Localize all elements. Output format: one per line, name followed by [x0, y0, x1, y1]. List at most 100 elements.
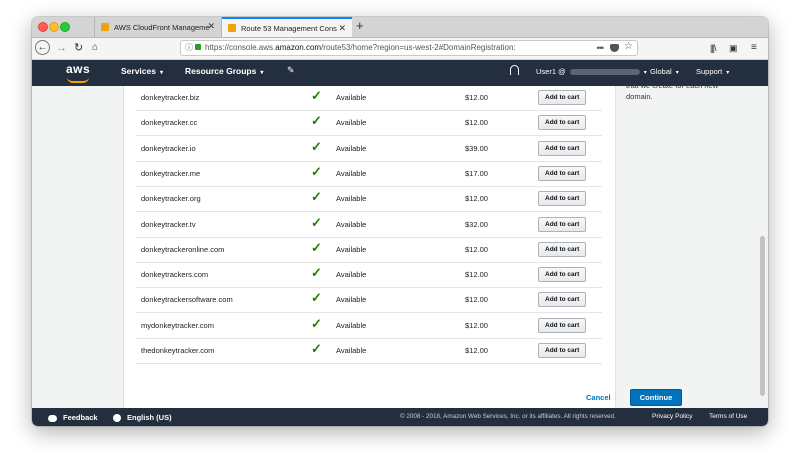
url-text: https://console.aws.amazon.com/route53/h…: [205, 43, 516, 52]
cancel-button[interactable]: Cancel: [586, 393, 611, 402]
menu-icon[interactable]: ≡: [751, 40, 757, 56]
close-tab-icon[interactable]: ✕: [338, 23, 346, 34]
new-tab-button[interactable]: +: [356, 18, 364, 33]
domain-row: thedonkeytracker.com ✓ Available $12.00 Add …: [136, 338, 602, 364]
add-to-cart-button[interactable]: Add to cart: [538, 165, 587, 181]
home-icon[interactable]: ⌂: [92, 40, 98, 56]
domain-row: donkeytrackersoftware.com ✓ Available $12.0…: [136, 287, 602, 314]
add-to-cart-button[interactable]: Add to cart: [538, 317, 587, 333]
help-sidebar: that we create for each new domain.: [626, 81, 746, 102]
main-content: donkeytracker.biz ✓ Available $12.00 Add to …: [32, 81, 768, 408]
add-to-cart-button[interactable]: Add to cart: [538, 90, 587, 105]
help-text-line: domain.: [626, 92, 653, 101]
add-to-cart-button[interactable]: Add to cart: [538, 115, 587, 131]
availability-status: Available: [336, 143, 367, 153]
caret-down-icon: ▾: [675, 70, 679, 76]
language-selector[interactable]: English (US): [113, 413, 172, 423]
available-check-icon: ✓: [311, 239, 322, 255]
availability-status: Available: [336, 244, 367, 254]
domain-price: $12.00: [465, 194, 488, 204]
user-menu[interactable]: User1 @ ▾: [536, 67, 647, 76]
aws-logo[interactable]: aws: [66, 62, 90, 83]
domain-name: donkeytracker.io: [141, 143, 196, 153]
tab-route53[interactable]: Route 53 Management Console ✕: [222, 17, 352, 37]
zoom-window-button[interactable]: [60, 22, 70, 32]
page-actions-icon[interactable]: •••: [597, 41, 605, 55]
add-to-cart-button[interactable]: Add to cart: [538, 140, 587, 156]
domain-price: $12.00: [465, 270, 488, 280]
domain-name: donkeytracker.org: [141, 194, 201, 204]
aws-favicon-icon: [101, 23, 109, 31]
availability-status: Available: [336, 118, 367, 128]
availability-status: Available: [336, 194, 367, 204]
availability-status: Available: [336, 295, 367, 305]
domain-price: $12.00: [465, 320, 488, 330]
domain-name: donkeytracker.tv: [141, 219, 196, 229]
page-scrollbar[interactable]: [760, 236, 765, 396]
available-check-icon: ✓: [311, 88, 322, 103]
available-check-icon: ✓: [311, 341, 322, 356]
domain-name: mydonkeytracker.com: [141, 320, 214, 330]
navigation-bar: ← → ↻ ⌂ ⓘ https://console.aws.amazon.com…: [32, 38, 768, 60]
domain-name: donkeytrackers.com: [141, 270, 209, 280]
domain-price: $12.00: [465, 93, 488, 102]
caret-down-icon: ▾: [726, 70, 730, 76]
sidebar-icon[interactable]: ▣: [729, 40, 738, 56]
copyright-text: © 2008 - 2018, Amazon Web Services, Inc.…: [400, 413, 616, 420]
privacy-policy-link[interactable]: Privacy Policy: [652, 413, 692, 420]
domain-name: donkeytracker.cc: [141, 118, 198, 128]
add-to-cart-button[interactable]: Add to cart: [538, 292, 587, 308]
add-to-cart-button[interactable]: Add to cart: [538, 343, 587, 358]
available-check-icon: ✓: [311, 290, 322, 306]
close-tab-icon[interactable]: ✕: [207, 21, 215, 32]
minimize-window-button[interactable]: [49, 22, 59, 32]
support-menu[interactable]: Support ▾: [696, 67, 729, 76]
domain-row: mydonkeytracker.com ✓ Available $12.00 Add t…: [136, 313, 602, 339]
info-icon[interactable]: ⓘ: [185, 41, 193, 55]
aws-favicon-icon: [228, 24, 236, 32]
availability-status: Available: [336, 320, 367, 330]
domain-name: donkeytracker.biz: [141, 93, 200, 102]
domain-price: $32.00: [465, 219, 488, 229]
domain-price: $12.00: [465, 346, 488, 355]
region-menu[interactable]: Global ▾: [650, 67, 679, 76]
availability-status: Available: [336, 168, 367, 178]
pin-icon[interactable]: ✎: [287, 65, 295, 76]
terms-of-use-link[interactable]: Terms of Use: [709, 413, 747, 420]
available-check-icon: ✓: [311, 265, 322, 281]
speech-bubble-icon: [48, 414, 57, 422]
tab-title: Route 53 Management Console: [241, 23, 337, 33]
available-check-icon: ✓: [311, 163, 322, 179]
tab-strip: AWS CloudFront Management C ✕ Route 53 M…: [32, 17, 768, 38]
back-button[interactable]: ←: [35, 40, 50, 55]
domain-results-panel: donkeytracker.biz ✓ Available $12.00 Add to …: [123, 86, 682, 408]
add-to-cart-button[interactable]: Add to cart: [538, 191, 587, 207]
domain-row: donkeytrackers.com ✓ Available $12.00 Add to…: [136, 262, 602, 289]
availability-status: Available: [336, 219, 367, 229]
redacted-account: [569, 69, 640, 76]
reload-button[interactable]: ↻: [74, 40, 83, 56]
availability-status: Available: [336, 93, 367, 102]
tab-cloudfront[interactable]: AWS CloudFront Management C ✕: [94, 17, 222, 37]
add-to-cart-button[interactable]: Add to cart: [538, 267, 587, 283]
available-check-icon: ✓: [311, 214, 322, 230]
library-icon[interactable]: |||\: [710, 40, 716, 56]
domain-price: $12.00: [465, 244, 488, 254]
feedback-link[interactable]: Feedback: [48, 413, 98, 422]
notification-bell-icon[interactable]: [510, 65, 519, 75]
domain-price: $12.00: [465, 118, 488, 128]
services-menu[interactable]: Services ▾: [121, 66, 163, 76]
caret-down-icon: ▾: [643, 70, 647, 76]
forward-button[interactable]: →: [56, 40, 67, 56]
pocket-icon[interactable]: [610, 44, 619, 52]
domain-row: donkeytracker.org ✓ Available $12.00 Add to …: [136, 186, 602, 213]
bookmark-star-icon[interactable]: ☆: [624, 40, 633, 54]
close-window-button[interactable]: [38, 22, 48, 32]
address-bar[interactable]: ⓘ https://console.aws.amazon.com/route53…: [180, 40, 638, 56]
continue-button[interactable]: Continue: [630, 389, 682, 406]
availability-status: Available: [336, 270, 367, 280]
add-to-cart-button[interactable]: Add to cart: [538, 216, 587, 232]
console-footer: Feedback English (US) © 2008 - 2018, Ama…: [32, 408, 768, 426]
add-to-cart-button[interactable]: Add to cart: [538, 241, 587, 257]
resource-groups-menu[interactable]: Resource Groups ▾: [185, 66, 263, 76]
